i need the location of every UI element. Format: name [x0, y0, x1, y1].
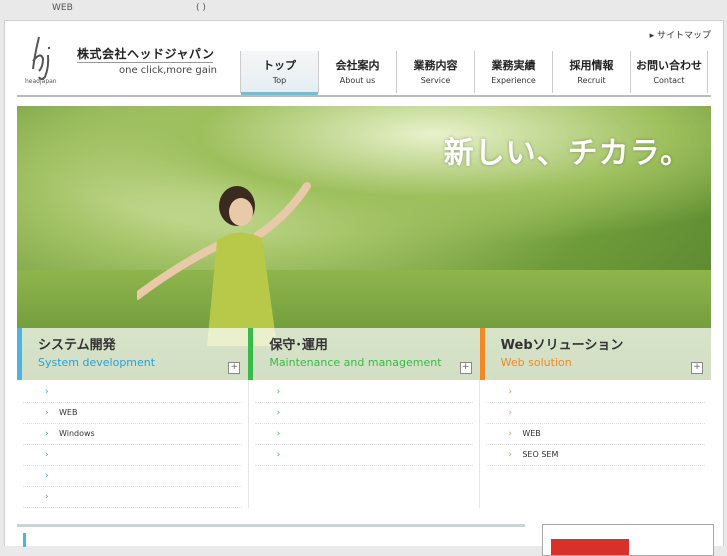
chevron-right-icon: › — [45, 408, 49, 418]
list-item[interactable]: › — [23, 445, 242, 466]
nav-divider — [17, 95, 711, 97]
list-item-label: WEB — [522, 429, 541, 438]
panel-maintenance[interactable]: 保守･運用 Maintenance and management + — [248, 328, 480, 380]
nav-item-recruit[interactable]: 採用情報 Recruit — [552, 51, 630, 93]
chevron-right-icon: › — [45, 492, 49, 502]
nav-label-en: Recruit — [577, 76, 606, 85]
company-underline — [77, 62, 213, 63]
chevron-right-icon: › — [508, 408, 512, 418]
banner-graphic — [551, 539, 629, 555]
service-panels: システム開発 System development + 保守･運用 Mainte… — [17, 328, 711, 380]
nav-label-en: Experience — [491, 76, 536, 85]
chevron-right-icon: › — [45, 429, 49, 439]
chevron-right-icon: › — [508, 429, 512, 439]
panel-title-en: Web solution — [500, 356, 572, 369]
nav-label-jp: お問い合わせ — [636, 59, 702, 72]
section-divider — [17, 524, 525, 527]
list-item[interactable]: › SEO SEM — [486, 445, 706, 466]
panel-system-development[interactable]: システム開発 System development + — [17, 328, 249, 380]
chevron-right-icon: › — [276, 387, 281, 397]
panel-web-solution[interactable]: Webソリューション Web solution + — [479, 328, 711, 380]
chevron-right-icon: › — [45, 387, 49, 397]
plus-box-icon[interactable]: + — [228, 362, 241, 374]
logo-icon[interactable]: headjapan — [25, 33, 65, 85]
column-web-solution: › › › WEB › SEO SEM — [480, 380, 711, 508]
tagline: one click,more gain — [119, 65, 217, 76]
sitemap-link[interactable]: ▸ サイトマップ — [650, 28, 711, 41]
list-item[interactable]: › Windows — [23, 424, 242, 445]
nav-label-en: Service — [420, 76, 451, 85]
person-illustration — [137, 182, 311, 346]
list-item-label: SEO SEM — [522, 450, 559, 459]
hero-headline: 新しい、チカラ。 — [443, 136, 691, 171]
panel-title-jp: 保守･運用 — [269, 338, 328, 353]
list-item[interactable]: › — [254, 382, 474, 403]
top-utility-bar: WEB ( ) — [0, 0, 727, 18]
plus-box-icon[interactable]: + — [459, 362, 472, 374]
nav-label-en: Contact — [653, 76, 685, 85]
list-item-label: Windows — [59, 429, 95, 438]
list-item[interactable]: › — [486, 403, 706, 424]
list-item[interactable]: › — [254, 445, 474, 466]
list-item[interactable]: › — [254, 403, 474, 424]
column-system: › › WEB › Windows › › › — [17, 380, 249, 508]
side-banner[interactable] — [542, 524, 714, 556]
panel-title-jp: システム開発 — [38, 338, 116, 353]
list-item[interactable]: › WEB — [486, 424, 706, 445]
nav-label-jp: 会社案内 — [335, 59, 380, 72]
panel-title-en: System development — [38, 356, 156, 369]
panel-title-jp: Webソリューション — [500, 338, 624, 353]
chevron-right-icon: › — [276, 450, 281, 460]
chevron-right-icon: › — [45, 471, 49, 481]
nav-label-jp: 業務内容 — [413, 59, 458, 72]
nav-label-en: About us — [339, 76, 376, 85]
nav-label-jp: 採用情報 — [569, 59, 614, 72]
chevron-right-icon: › — [276, 408, 281, 418]
list-item[interactable]: › — [23, 487, 242, 508]
list-item[interactable]: › — [486, 382, 706, 403]
list-item-label: WEB — [59, 408, 78, 417]
nav-label-jp: トップ — [263, 59, 296, 72]
company-name[interactable]: 株式会社ヘッドジャパン — [77, 45, 215, 62]
svg-text:headjapan: headjapan — [25, 78, 57, 85]
list-item[interactable]: › — [23, 382, 242, 403]
nav-item-about[interactable]: 会社案内 About us — [318, 51, 396, 93]
chevron-right-icon: › — [508, 387, 512, 397]
chevron-right-icon: › — [45, 450, 49, 460]
service-link-columns: › › WEB › Windows › › › › › › › › › › WEB ›… — [17, 380, 711, 508]
chevron-right-icon: › — [508, 450, 512, 460]
nav-item-contact[interactable]: お問い合わせ Contact — [630, 51, 708, 93]
nav-item-service[interactable]: 業務内容 Service — [396, 51, 474, 93]
nav-item-experience[interactable]: 業務実績 Experience — [474, 51, 552, 93]
hero-background — [17, 106, 711, 246]
nav-label-jp: 業務実績 — [491, 59, 536, 72]
top-text-web: WEB — [52, 3, 73, 13]
nav-item-top[interactable]: トップ Top — [240, 51, 318, 95]
list-item[interactable]: › WEB — [23, 403, 242, 424]
page-container: headjapan 株式会社ヘッドジャパン one click,more gai… — [4, 20, 724, 556]
main-nav: トップ Top 会社案内 About us 業務内容 Service 業務実績 … — [240, 51, 708, 95]
column-maintenance: › › › › — [249, 380, 481, 508]
top-text-paren: ( ) — [196, 3, 206, 13]
nav-label-en: Top — [272, 76, 287, 85]
list-item[interactable]: › — [23, 466, 242, 487]
panel-title-en: Maintenance and management — [269, 356, 442, 369]
chevron-right-icon: › — [276, 429, 281, 439]
plus-box-icon[interactable]: + — [690, 362, 703, 374]
list-item[interactable]: › — [254, 424, 474, 445]
